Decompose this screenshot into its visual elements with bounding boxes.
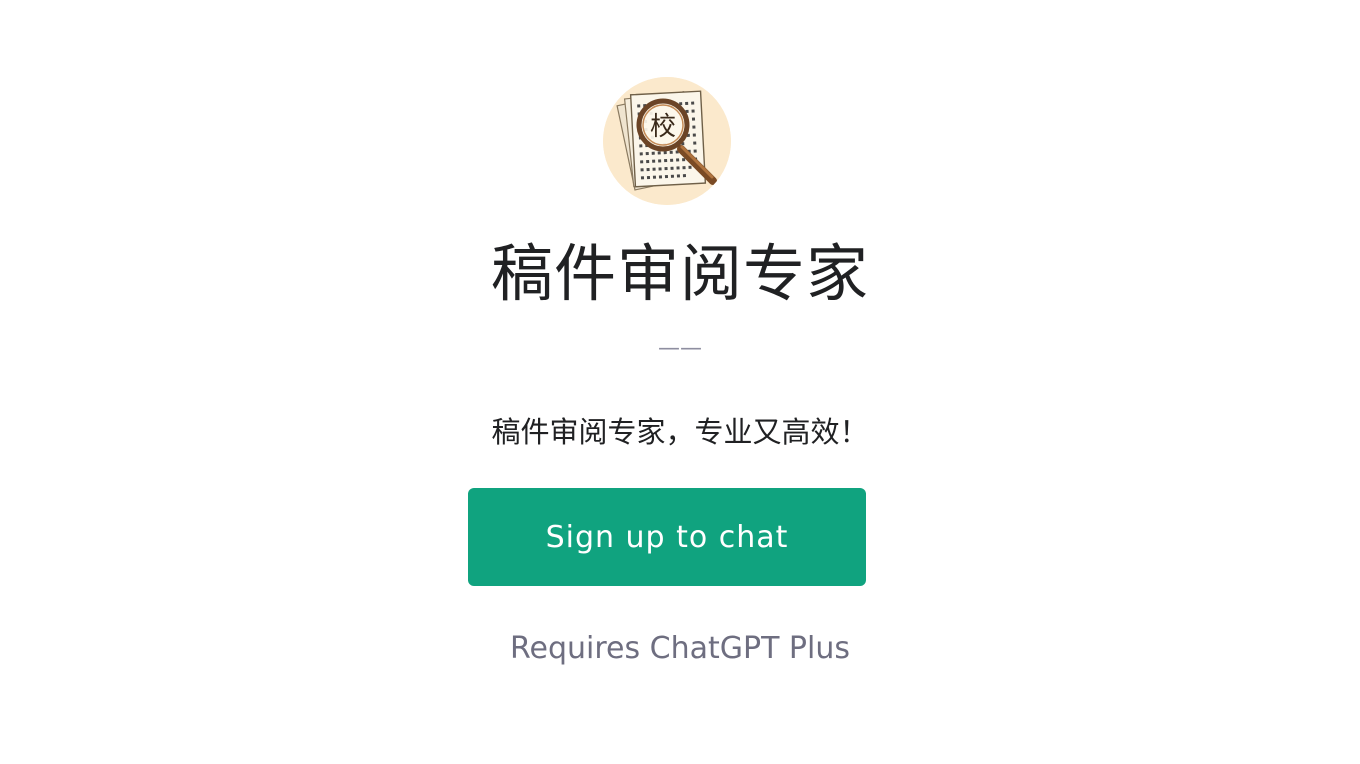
gpt-landing-page: 校 稿件审阅专家 —— 稿件审阅专家，专业又高效！ Sign up to cha… (0, 0, 1360, 764)
plus-requirement-note: Requires ChatGPT Plus (509, 631, 851, 666)
title-divider: —— (658, 336, 702, 361)
gpt-description: 稿件审阅专家，专业又高效！ (491, 415, 869, 449)
gpt-title: 稿件审阅专家 (490, 237, 869, 310)
magnifying-glass-manuscript-icon: 校 (603, 77, 731, 205)
gpt-avatar: 校 (603, 77, 731, 205)
sign-up-button[interactable]: Sign up to chat (468, 488, 866, 586)
avatar-glyph: 校 (650, 112, 676, 142)
